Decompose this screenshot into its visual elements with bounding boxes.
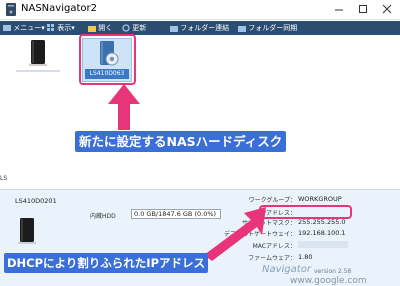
minimize-icon: [335, 9, 343, 11]
view-button[interactable]: 表示▾: [47, 21, 83, 35]
dropdown-icon: ▾: [71, 24, 75, 32]
nas-drive-icon: [18, 218, 36, 244]
refresh-label: 更新: [132, 24, 147, 32]
dhcp-ip-callout: DHCPにより割りふられたIPアドレス: [4, 253, 209, 273]
app-version: version 2.58: [314, 268, 352, 275]
folder-sync-label: フォルダー同期: [248, 24, 298, 32]
device-highlight-frame: [79, 34, 136, 85]
diagonal-arrow-icon: [204, 207, 266, 261]
folder-link-icon: [170, 26, 178, 32]
firmware-value: 1.80: [298, 253, 313, 261]
open-button[interactable]: 開く: [88, 21, 118, 35]
nas-device-1[interactable]: [26, 40, 48, 66]
nas-drive-icon: [29, 40, 47, 66]
title-bar: NASNavigator2: [0, 0, 400, 20]
open-label: 開く: [98, 24, 113, 32]
mac-value: [298, 241, 348, 248]
folder-link-button[interactable]: フォルダー連結: [170, 21, 232, 35]
detail-device-name: LS410D0201: [15, 197, 57, 205]
folder-open-icon: [88, 26, 96, 32]
maximize-button[interactable]: [352, 1, 374, 17]
menu-icon: [3, 25, 11, 31]
menu-button[interactable]: メニュー▾: [3, 21, 45, 35]
gateway-value: 192.168.100.1: [298, 229, 346, 237]
close-icon: [382, 4, 392, 14]
maximize-icon: [359, 5, 367, 13]
device-1-label-bar: [16, 70, 60, 72]
ip-highlight-frame: [259, 205, 352, 219]
new-nas-callout: 新たに設定するNASハードディスク: [75, 131, 287, 152]
refresh-button[interactable]: 更新: [122, 21, 154, 35]
close-button[interactable]: [376, 1, 398, 17]
watermark: www.google.com: [290, 276, 367, 286]
device-list: [0, 35, 400, 189]
window-title: NASNavigator2: [21, 3, 97, 14]
folder-sync-icon: [238, 26, 246, 32]
up-arrow-icon: [108, 84, 140, 130]
menu-label: メニュー: [13, 24, 42, 32]
app-name: Navigator: [262, 264, 311, 275]
subnet-value: 255.255.255.0: [298, 218, 346, 226]
dropdown-icon: ▾: [41, 24, 45, 32]
workgroup-value: WORKGROUP: [298, 195, 342, 203]
refresh-icon: [122, 24, 130, 32]
side-marker: LS: [0, 175, 8, 182]
view-label: 表示: [57, 24, 72, 32]
folder-link-label: フォルダー連結: [180, 24, 230, 32]
workgroup-label: ワークグループ：: [248, 197, 296, 204]
folder-sync-button[interactable]: フォルダー同期: [238, 21, 300, 35]
hdd-label: 内蔵HDD: [90, 213, 116, 220]
minimize-button[interactable]: [328, 1, 350, 17]
app-icon: [6, 3, 16, 16]
toolbar: メニュー▾ 表示▾ 開く 更新 フォルダー連結 フォルダー同期: [0, 21, 400, 35]
view-icon: [47, 24, 54, 31]
nasnavigator-window: { "window": {"title": "NASNavigator2"}, …: [0, 0, 400, 286]
